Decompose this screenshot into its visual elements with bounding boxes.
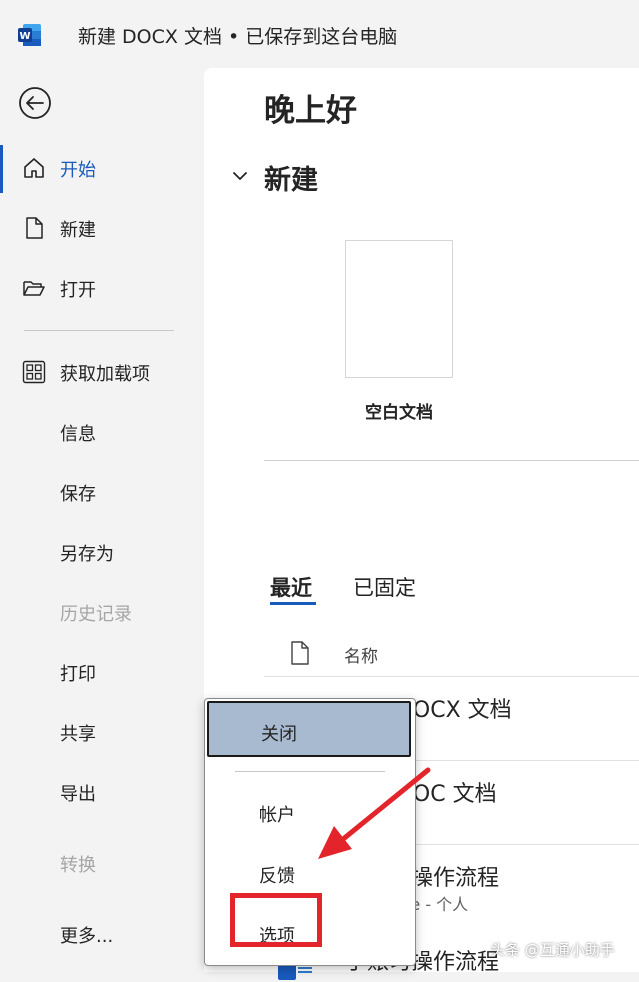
nav-item-transform: 转换 (0, 841, 200, 885)
tab-pinned[interactable]: 已固定 (353, 572, 416, 602)
word-logo-icon: W (18, 24, 41, 46)
column-header-name[interactable]: 名称 (344, 642, 378, 667)
menu-item-feedback[interactable]: 反馈 (259, 862, 295, 888)
section-divider (264, 460, 639, 461)
nav-label: 新建 (60, 220, 96, 241)
nav-item-share[interactable]: 共享 (0, 710, 200, 754)
add-ins-grid-icon (22, 360, 46, 384)
nav-label: 获取加载项 (60, 364, 150, 385)
menu-item-close[interactable]: 关闭 (207, 701, 411, 757)
document-title: 新建 DOCX 文档 • 已保存到这台电脑 (78, 26, 398, 48)
nav-label: 另存为 (60, 544, 114, 565)
watermark: 头条 @互通小助手 (490, 941, 615, 959)
new-section-toggle[interactable]: 新建 (230, 158, 350, 198)
menu-divider (235, 771, 385, 772)
nav-label: 导出 (60, 784, 96, 805)
row-divider (264, 676, 639, 677)
back-arrow-icon[interactable] (18, 86, 52, 120)
tab-active-underline (270, 602, 316, 605)
nav-item-save-as[interactable]: 另存为 (0, 530, 200, 574)
nav-label: 打印 (60, 664, 96, 685)
nav-item-more[interactable]: 更多... (0, 912, 200, 956)
nav-label: 信息 (60, 424, 96, 445)
annotation-highlight-box (230, 893, 322, 947)
nav-item-history: 历史记录 (0, 590, 200, 634)
svg-text:W: W (19, 31, 30, 42)
new-section-heading: 新建 (264, 165, 318, 196)
nav-item-info[interactable]: 信息 (0, 410, 200, 454)
nav-item-get-add-ins[interactable]: 获取加载项 (0, 350, 200, 394)
nav-divider (24, 330, 174, 331)
nav-label: 历史记录 (60, 604, 132, 625)
nav-label: 保存 (60, 484, 96, 505)
nav-item-home[interactable]: 开始 (0, 146, 200, 190)
nav-label: 打开 (60, 280, 96, 301)
blank-document-thumbnail[interactable] (345, 240, 453, 378)
nav-item-new[interactable]: 新建 (0, 206, 200, 250)
folder-open-icon (23, 281, 45, 296)
menu-item-account[interactable]: 帐户 (259, 801, 295, 827)
new-document-icon (26, 217, 43, 239)
nav-label: 更多... (60, 926, 114, 947)
home-icon (24, 158, 44, 178)
nav-item-print[interactable]: 打印 (0, 650, 200, 694)
tab-recent[interactable]: 最近 (270, 572, 312, 602)
blank-document-label[interactable]: 空白文档 (345, 398, 453, 423)
title-bar: W 新建 DOCX 文档 • 已保存到这台电脑 (0, 0, 639, 68)
greeting-heading: 晚上好 (264, 93, 357, 129)
nav-label: 开始 (60, 160, 96, 181)
chevron-down-icon (233, 172, 247, 180)
nav-label: 共享 (60, 724, 96, 745)
nav-item-export[interactable]: 导出 (0, 770, 200, 814)
menu-item-label: 关闭 (261, 724, 297, 745)
file-type-column-icon (291, 641, 309, 665)
backstage-nav (0, 68, 204, 972)
nav-item-open[interactable]: 打开 (0, 266, 200, 310)
nav-item-save[interactable]: 保存 (0, 470, 200, 514)
nav-label: 转换 (60, 855, 96, 876)
